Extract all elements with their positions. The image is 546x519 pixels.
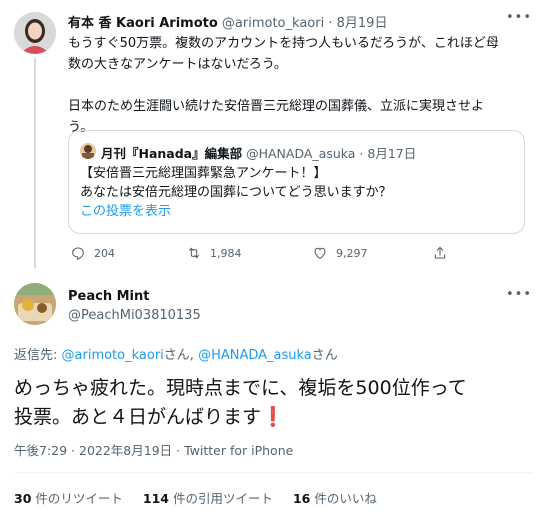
tweet-text-line: 数の大きなアンケートはないだろう。 xyxy=(68,57,287,72)
separator-dot: · xyxy=(359,146,364,161)
tweet-meta[interactable]: 午後7:29 · 2022年8月19日 · Twitter for iPhone xyxy=(14,440,293,459)
avatar-peach-mint[interactable] xyxy=(14,283,56,325)
likes-link[interactable]: 16 件のいいね xyxy=(293,491,377,506)
reply-icon xyxy=(72,247,84,261)
main-tweet-text: めっちゃ疲れた。現時点までに、複垢を500位作って 投票。あと４日がんばります❗ xyxy=(14,374,467,432)
more-icon[interactable]: ••• xyxy=(506,287,532,302)
like-count: 9,297 xyxy=(336,246,368,260)
reply-to-line: 返信先: @arimoto_kaoriさん, @HANADA_asukaさん xyxy=(14,344,338,363)
tweet-text-line: めっちゃ疲れた。現時点までに、複垢を500位作って xyxy=(14,377,467,399)
separator-dot: · xyxy=(328,16,333,31)
tweet-text-line: 投票。あと４日がんばります xyxy=(14,406,262,428)
quote-author-name: 月刊『Hanada』編集部 xyxy=(101,146,243,161)
author-name[interactable]: Peach Mint xyxy=(68,289,149,304)
tweet-text-line: 日本のため生涯闘い続けた安倍晋三元総理の国葬儀、立派に実現させよ xyxy=(68,99,485,114)
quote-tweet-text: 【安倍晋三元総理国葬緊急アンケート！】 あなたは安倍元総理の国葬についてどう思い… xyxy=(80,164,392,221)
thread-line xyxy=(34,58,36,268)
quote-tweet-header: 月刊『Hanada』編集部 @HANADA_asuka · 8月17日 xyxy=(101,143,416,162)
avatar-hanada xyxy=(80,143,96,159)
engagement-counts: 30 件のリツイート 114 件の引用ツイート 16 件のいいね xyxy=(14,488,377,507)
retweets-link[interactable]: 30 件のリツイート xyxy=(14,491,123,506)
view-poll-link[interactable]: この投票を表示 xyxy=(80,202,392,221)
author-handle[interactable]: @arimoto_kaori xyxy=(222,16,324,31)
reply-san: さん, xyxy=(163,348,199,363)
divider xyxy=(14,472,532,473)
tweet-text-line: もうすぐ50万票。複数のアカウントを持つ人もいるだろうが、これほど母 xyxy=(68,36,499,51)
reply-user-link[interactable]: @arimoto_kaori xyxy=(62,348,164,363)
reply-count: 204 xyxy=(94,246,115,260)
reply-prefix: 返信先: xyxy=(14,348,62,363)
parent-tweet-text: もうすぐ50万票。複数のアカウントを持つ人もいるだろうが、これほど母 数の大きな… xyxy=(68,33,538,138)
more-icon[interactable]: ••• xyxy=(506,10,532,25)
author-handle[interactable]: @PeachMi03810135 xyxy=(68,308,201,323)
quote-text-line: 【安倍晋三元総理国葬緊急アンケート！】 xyxy=(80,166,327,181)
reply-san: さん xyxy=(311,348,338,363)
reply-action[interactable]: 204 xyxy=(70,245,115,261)
author-name[interactable]: 有本 香 Kaori Arimoto xyxy=(68,16,218,31)
exclamation-emoji: ❗ xyxy=(261,406,285,428)
quotes-link[interactable]: 114 件の引用ツイート xyxy=(143,491,273,506)
retweet-action[interactable]: 1,984 xyxy=(186,245,242,261)
share-action[interactable] xyxy=(432,245,448,261)
like-action[interactable]: 9,297 xyxy=(312,245,368,261)
reply-user-link[interactable]: @HANADA_asuka xyxy=(198,348,312,363)
retweet-count: 1,984 xyxy=(210,246,242,260)
avatar-kaori-arimoto[interactable] xyxy=(14,12,56,54)
tweet-date[interactable]: 8月19日 xyxy=(337,16,388,31)
quote-text-line: あなたは安倍元総理の国葬についてどう思いますか？ xyxy=(80,185,392,200)
share-icon xyxy=(434,246,446,259)
like-icon xyxy=(314,247,326,259)
parent-tweet-header: 有本 香 Kaori Arimoto @arimoto_kaori · 8月19… xyxy=(68,12,387,31)
retweet-icon xyxy=(188,247,200,259)
quote-date: 8月17日 xyxy=(367,146,417,161)
quote-author-handle: @HANADA_asuka xyxy=(246,146,356,161)
